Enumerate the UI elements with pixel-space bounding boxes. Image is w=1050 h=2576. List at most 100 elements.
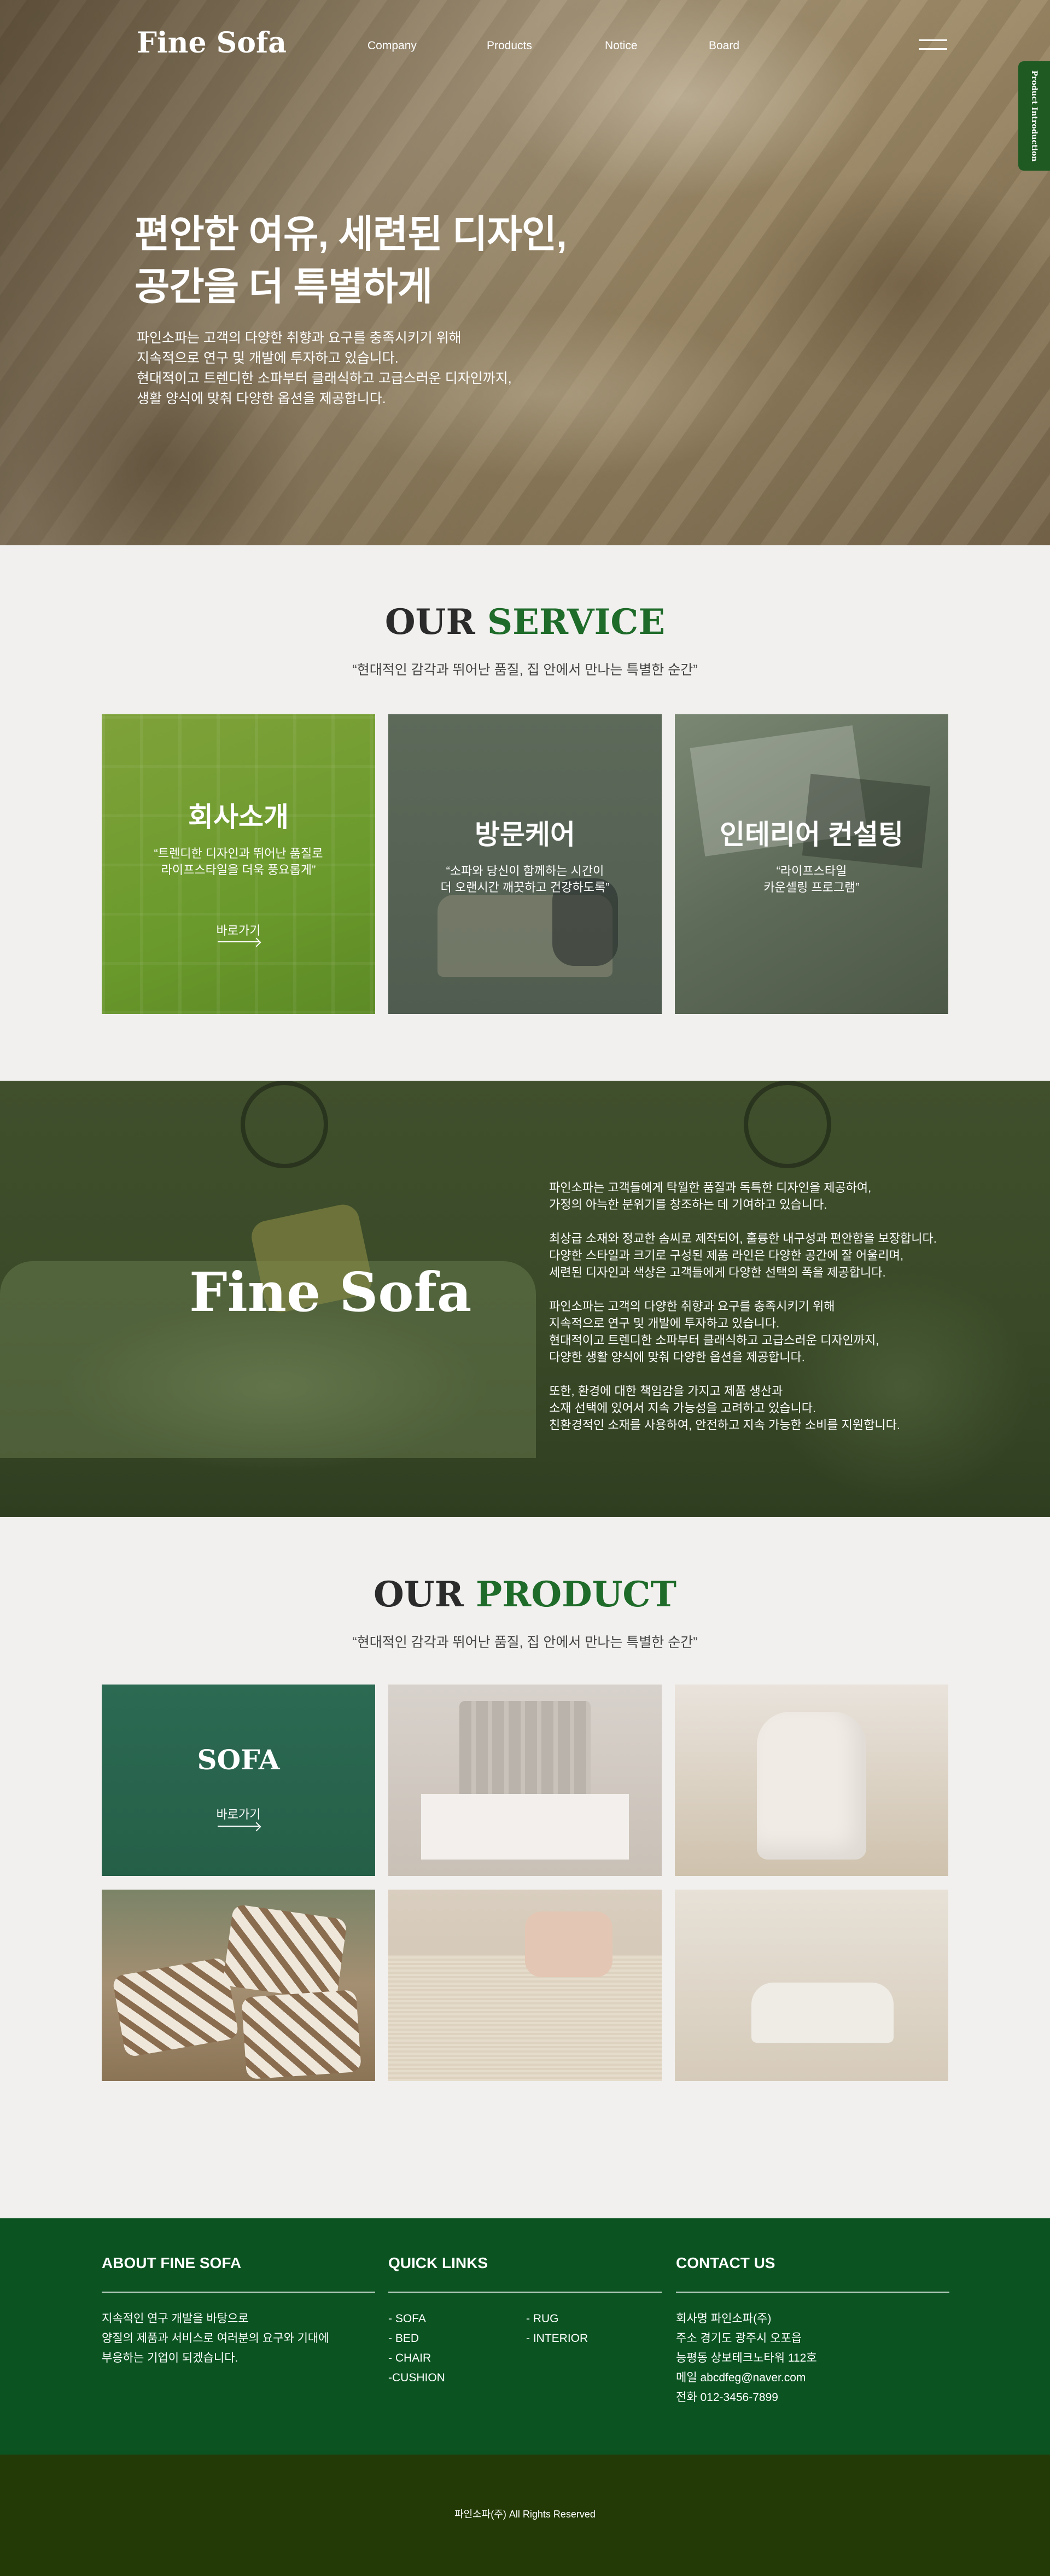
hero-title-line1: 편안한 여유, 세련된 디자인, bbox=[135, 213, 567, 255]
hero-title: 편안한 여유, 세련된 디자인, 공간을 더 특별하게 bbox=[135, 208, 567, 313]
product-title: OUR PRODUCT bbox=[0, 1574, 1050, 1615]
footer-link-sofa[interactable]: - SOFA bbox=[388, 2309, 445, 2329]
card-desc-line: 카운셀링 프로그램” bbox=[763, 881, 860, 894]
banner-line: 세련된 디자인과 색상은 고객들에게 다양한 선택의 폭을 제공합니다. bbox=[549, 1266, 886, 1279]
product-title-a: OUR bbox=[374, 1574, 476, 1615]
footer-link-bed[interactable]: - BED bbox=[388, 2329, 445, 2348]
card-desc-line: 더 오랜시간 깨끗하고 건강하도록” bbox=[440, 881, 610, 894]
banner-paragraph: 또한, 환경에 대한 책임감을 가지고 제품 생산과 소재 선택에 있어서 지속… bbox=[549, 1383, 965, 1433]
footer-about-text: 지속적인 연구 개발을 바탕으로 양질의 제품과 서비스로 여러분의 요구와 기… bbox=[102, 2309, 329, 2368]
arrow-right-icon bbox=[218, 1826, 259, 1827]
footer-contact-line: 회사명 파인소파(주) bbox=[676, 2312, 772, 2325]
card-title: 인테리어 컨설팅 bbox=[720, 819, 903, 850]
nav-products[interactable]: Products bbox=[487, 39, 532, 53]
site-logo[interactable]: Fine Sofa bbox=[137, 26, 287, 60]
menu-icon[interactable] bbox=[919, 39, 947, 51]
footer-about-title: ABOUT FINE SOFA bbox=[102, 2254, 242, 2271]
banner-paragraph: 파인소파는 고객들에게 탁월한 품질과 독특한 디자인을 제공하여, 가정의 아… bbox=[549, 1179, 965, 1213]
service-title: OUR SERVICE bbox=[0, 602, 1050, 643]
service-title-b: SERVICE bbox=[487, 602, 666, 643]
footer-divider bbox=[676, 2292, 949, 2293]
banner-line: 파인소파는 고객들에게 탁월한 품질과 독특한 디자인을 제공하여, bbox=[549, 1181, 872, 1194]
go-link[interactable]: 바로가기 bbox=[102, 1805, 375, 1822]
footer-about-line: 지속적인 연구 개발을 바탕으로 bbox=[102, 2312, 249, 2325]
cushion-image bbox=[112, 1956, 240, 2058]
hero-description: 파인소파는 고객의 다양한 취향과 요구를 충족시키기 위해 지속적으로 연구 … bbox=[137, 328, 512, 409]
product-introduction-tab[interactable]: Product Introduction bbox=[1018, 61, 1050, 171]
footer-contact-line: 메일 abcdfeg@naver.com bbox=[676, 2371, 806, 2384]
footer-links-col2: - RUG - INTERIOR bbox=[526, 2309, 588, 2348]
footer-about-line: 부응하는 기업이 되겠습니다. bbox=[102, 2352, 238, 2364]
side-tab-label: Product Introduction bbox=[1030, 70, 1039, 162]
round-window-image bbox=[744, 1081, 831, 1168]
service-card-company[interactable]: 회사소개 “트렌디한 디자인과 뛰어난 품질로 라이프스타일을 더욱 풍요롭게”… bbox=[102, 714, 375, 1014]
round-window-image bbox=[241, 1081, 328, 1168]
banner-paragraph: 최상급 소재와 정교한 솜씨로 제작되어, 훌륭한 내구성과 편안함을 보장합니… bbox=[549, 1230, 965, 1281]
hero-desc-line: 지속적으로 연구 및 개발에 투자하고 있습니다. bbox=[137, 351, 399, 366]
hero-title-line2: 공간을 더 특별하게 bbox=[135, 265, 433, 308]
hero-desc-line: 파인소파는 고객의 다양한 취향과 요구를 충족시키기 위해 bbox=[137, 330, 462, 346]
product-tile-sofa[interactable]: SOFA 바로가기 bbox=[102, 1685, 375, 1876]
banner-line: 친환경적인 소재를 사용하여, 안전하고 지속 가능한 소비를 지원합니다. bbox=[549, 1418, 900, 1432]
footer-link-cushion[interactable]: -CUSHION bbox=[388, 2368, 445, 2388]
copyright: 파인소파(주) All Rights Reserved bbox=[454, 2509, 596, 2520]
banner-logo: Fine Sofa bbox=[189, 1261, 472, 1324]
cushion-image bbox=[241, 1989, 361, 2080]
banner-line: 지속적으로 연구 및 개발에 투자하고 있습니다. bbox=[549, 1316, 780, 1330]
product-tile-cushion[interactable] bbox=[102, 1890, 375, 2081]
footer-contact-line: 전화 012-3456-7899 bbox=[676, 2391, 778, 2404]
banner-description: 파인소파는 고객들에게 탁월한 품질과 독특한 디자인을 제공하여, 가정의 아… bbox=[549, 1179, 965, 1450]
banner-line: 다양한 스타일과 크기로 구성된 제품 라인은 다양한 공간에 잘 어울리며, bbox=[549, 1249, 904, 1262]
chair-image bbox=[757, 1712, 866, 1860]
bed-image bbox=[459, 1701, 591, 1799]
footer-links-title: QUICK LINKS bbox=[388, 2254, 488, 2271]
banner-line: 또한, 환경에 대한 책임감을 가지고 제품 생산과 bbox=[549, 1384, 783, 1398]
rug-image bbox=[388, 1955, 662, 2081]
banner-line: 최상급 소재와 정교한 솜씨로 제작되어, 훌륭한 내구성과 편안함을 보장합니… bbox=[549, 1232, 937, 1245]
card-desc-line: “라이프스타일 bbox=[776, 864, 847, 878]
footer-divider bbox=[102, 2292, 375, 2293]
service-subtitle: “현대적인 감각과 뛰어난 품질, 집 안에서 만나는 특별한 순간” bbox=[352, 662, 698, 678]
banner-line: 소재 선택에 있어서 지속 가능성을 고려하고 있습니다. bbox=[549, 1401, 816, 1415]
footer-contact-line: 능평동 상보테크노타워 112호 bbox=[676, 2352, 817, 2364]
nav-company[interactable]: Company bbox=[368, 39, 417, 53]
card-title: 회사소개 bbox=[188, 802, 289, 832]
product-tile-title: SOFA bbox=[197, 1744, 280, 1776]
card-desc: “트렌디한 디자인과 뛰어난 품질로 라이프스타일을 더욱 풍요롭게” bbox=[102, 846, 375, 878]
service-card-interior-consulting[interactable]: 인테리어 컨설팅 “라이프스타일 카운셀링 프로그램” bbox=[675, 714, 948, 1014]
hero-desc-line: 현대적이고 트렌디한 소파부터 클래식하고 고급스러운 디자인까지, bbox=[137, 371, 512, 386]
service-title-a: OUR bbox=[384, 602, 487, 643]
product-title-b: PRODUCT bbox=[476, 1574, 676, 1615]
banner-line: 파인소파는 고객의 다양한 취향과 요구를 충족시키기 위해 bbox=[549, 1299, 835, 1313]
bed-image bbox=[421, 1794, 629, 1860]
card-desc: “소파와 당신이 함께하는 시간이 더 오랜시간 깨끗하고 건강하도록” bbox=[388, 863, 662, 896]
nav-board[interactable]: Board bbox=[709, 39, 739, 53]
living-room-image bbox=[751, 1983, 894, 2043]
product-subtitle: “현대적인 감각과 뛰어난 품질, 집 안에서 만나는 특별한 순간” bbox=[352, 1635, 698, 1650]
card-desc-line: 라이프스타일을 더욱 풍요롭게” bbox=[161, 863, 316, 877]
footer-link-rug[interactable]: - RUG bbox=[526, 2309, 588, 2329]
footer-link-interior[interactable]: - INTERIOR bbox=[526, 2329, 588, 2348]
arrow-right-icon bbox=[218, 941, 259, 942]
footer-contact-title: CONTACT US bbox=[676, 2254, 775, 2271]
product-tile-chair[interactable] bbox=[675, 1685, 948, 1876]
banner-line: 가정의 아늑한 분위기를 창조하는 데 기여하고 있습니다. bbox=[549, 1198, 827, 1211]
footer-contact-text: 회사명 파인소파(주) 주소 경기도 광주시 오포읍 능평동 상보테크노타워 1… bbox=[676, 2309, 817, 2408]
banner-line: 현대적이고 트렌디한 소파부터 클래식하고 고급스러운 디자인까지, bbox=[549, 1333, 879, 1347]
service-card-visit-care[interactable]: 방문케어 “소파와 당신이 함께하는 시간이 더 오랜시간 깨끗하고 건강하도록… bbox=[388, 714, 662, 1014]
banner-line: 다양한 생활 양식에 맞춰 다양한 옵션을 제공합니다. bbox=[549, 1350, 805, 1364]
nav-notice[interactable]: Notice bbox=[605, 39, 638, 53]
product-tile-rug[interactable] bbox=[388, 1890, 662, 2081]
pouf-image bbox=[525, 1911, 612, 1977]
cushion-image bbox=[222, 1904, 348, 2001]
hero-desc-line: 생활 양식에 맞춰 다양한 옵션을 제공합니다. bbox=[137, 391, 386, 406]
footer-links-col1: - SOFA - BED - CHAIR -CUSHION bbox=[388, 2309, 445, 2388]
product-tile-bed[interactable] bbox=[388, 1685, 662, 1876]
product-tile-interior[interactable] bbox=[675, 1890, 948, 2081]
card-desc: “라이프스타일 카운셀링 프로그램” bbox=[675, 863, 948, 896]
footer-contact-line: 주소 경기도 광주시 오포읍 bbox=[676, 2332, 802, 2345]
footer-link-chair[interactable]: - CHAIR bbox=[388, 2348, 445, 2368]
card-title: 방문케어 bbox=[475, 819, 575, 850]
go-link[interactable]: 바로가기 bbox=[102, 921, 375, 939]
footer-about-line: 양질의 제품과 서비스로 여러분의 요구와 기대에 bbox=[102, 2332, 329, 2345]
